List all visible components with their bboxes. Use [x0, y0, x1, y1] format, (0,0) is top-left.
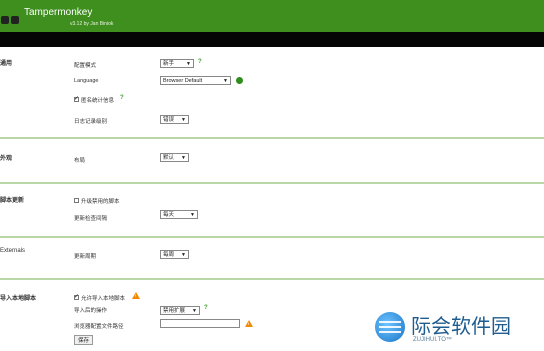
app-header: Tampermonkey v3.12 by Jan Biniok — [0, 0, 544, 32]
dropdown-arrow-icon: ▼ — [192, 308, 197, 314]
section-divider — [0, 278, 544, 280]
allow-import-label: 允许导入本地脚本 — [81, 296, 126, 302]
layout-value: 默认 — [163, 155, 175, 161]
after-import-value: 禁用扩展 — [163, 308, 186, 314]
update-interval-select[interactable]: 每天 ▼ — [160, 210, 198, 219]
dropdown-arrow-icon: ▼ — [223, 78, 228, 84]
dropdown-arrow-icon: ▼ — [181, 155, 186, 161]
stats-label: 匿名统计信息 — [81, 98, 115, 104]
update-period-label: 更新周期 — [74, 254, 97, 260]
app-version: v3.12 by Jan Biniok — [70, 21, 114, 27]
layout-label: 布局 — [74, 158, 86, 164]
update-interval-label: 更新检查间隔 — [74, 216, 108, 222]
dropdown-arrow-icon: ▼ — [190, 212, 195, 218]
update-period-value: 每周 — [163, 252, 175, 258]
log-level-select[interactable]: 错误 ▼ — [160, 115, 189, 124]
log-level-label: 日志记录级别 — [74, 119, 108, 125]
stats-checkbox[interactable] — [74, 95, 79, 102]
section-title-import-local: 导入本地脚本 — [0, 296, 37, 302]
update-period-select[interactable]: 每周 ▼ — [160, 250, 189, 259]
language-select[interactable]: Browser Default ▼ — [160, 76, 231, 85]
section-title-script-update: 脚本更新 — [0, 198, 25, 204]
section-divider — [0, 137, 544, 139]
warning-icon — [132, 292, 140, 299]
help-icon[interactable]: ? — [198, 59, 202, 65]
update-interval-value: 每天 — [163, 212, 175, 218]
section-title-externals: Externals — [0, 248, 26, 254]
update-disabled-label: 升级禁用的脚本 — [81, 199, 120, 205]
browser-path-label: 浏览器配置文件路径 — [74, 324, 124, 330]
dropdown-arrow-icon: ▼ — [181, 252, 186, 258]
section-divider — [0, 236, 544, 238]
section-divider — [0, 182, 544, 184]
tab-bar — [0, 32, 544, 47]
update-disabled-checkbox[interactable] — [74, 198, 79, 203]
save-button[interactable]: 保存 — [74, 335, 93, 345]
app-title: Tampermonkey — [24, 7, 93, 18]
warning-icon — [245, 320, 253, 327]
config-mode-select[interactable]: 新手 ▼ — [160, 59, 194, 68]
log-level-value: 错误 — [163, 117, 175, 123]
tampermonkey-logo-icon — [0, 10, 20, 28]
dropdown-arrow-icon: ▼ — [181, 117, 186, 123]
watermark: 际会软件园 ZUJIHUI.TO™ — [375, 306, 544, 351]
section-title-appearance: 外观 — [0, 156, 13, 162]
browser-path-input[interactable] — [160, 319, 240, 328]
after-import-select[interactable]: 禁用扩展 ▼ — [160, 306, 200, 315]
layout-select[interactable]: 默认 ▼ — [160, 153, 189, 162]
language-label: Language — [74, 78, 99, 84]
watermark-logo-icon — [375, 312, 405, 342]
dropdown-arrow-icon: ▼ — [186, 61, 191, 67]
globe-icon[interactable] — [236, 77, 243, 84]
help-icon[interactable]: ? — [120, 95, 124, 101]
watermark-subtext: ZUJIHUI.TO™ — [413, 337, 452, 343]
section-title-general: 通用 — [0, 61, 13, 67]
help-icon[interactable]: ? — [204, 305, 208, 311]
config-mode-value: 新手 — [163, 61, 175, 67]
watermark-text: 际会软件园 — [411, 316, 511, 338]
after-import-label: 导入后的操作 — [74, 308, 108, 314]
config-mode-label: 配置模式 — [74, 63, 97, 69]
language-value: Browser Default — [163, 78, 203, 84]
allow-import-checkbox[interactable] — [74, 293, 79, 300]
